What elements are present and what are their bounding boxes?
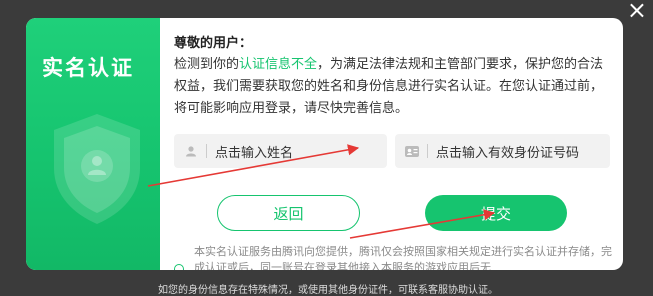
submit-button[interactable]: 提交 bbox=[425, 195, 567, 231]
greeting-title: 尊敬的用户： bbox=[174, 36, 253, 51]
description-part1: 检测到你的 bbox=[174, 57, 240, 72]
back-button[interactable]: 返回 bbox=[217, 195, 360, 231]
name-input-placeholder: 点击输入姓名 bbox=[215, 145, 294, 161]
dialog-content: 尊敬的用户： 检测到你的认证信息不全，为满足法律法规和主管部门要求，保护您的合法… bbox=[160, 18, 623, 270]
name-input[interactable]: 点击输入姓名 bbox=[174, 134, 387, 168]
user-icon bbox=[184, 144, 198, 158]
close-icon[interactable]: × bbox=[627, 0, 647, 24]
input-divider bbox=[206, 144, 207, 158]
agreement-radio[interactable] bbox=[174, 264, 184, 270]
id-number-input[interactable]: 点击输入有效身份证号码 bbox=[395, 134, 610, 168]
id-input-placeholder: 点击输入有效身份证号码 bbox=[436, 145, 580, 161]
bottom-notice: 如您的身份信息存在特殊情况，或使用其他身份证件，可联系客服协助认证。 bbox=[158, 285, 498, 296]
shield-user-icon bbox=[54, 114, 140, 224]
description-highlight: 认证信息不全 bbox=[239, 57, 318, 72]
left-panel-title: 实名认证 bbox=[42, 56, 134, 80]
input-divider bbox=[427, 144, 428, 158]
service-notice: 本实名认证服务由腾讯向您提供，腾讯仅会按照国家相关规定进行实名认证并存储，完成认… bbox=[194, 245, 612, 270]
description: 检测到你的认证信息不全，为满足法律法规和主管部门要求，保护您的合法权益，我们需要… bbox=[174, 54, 614, 120]
id-card-icon bbox=[405, 144, 419, 158]
real-name-auth-dialog: 实名认证 尊敬的用户： 检测到你的认证信息不全，为满足法律法规和主管部门要求，保… bbox=[26, 18, 623, 270]
left-panel: 实名认证 bbox=[26, 18, 160, 270]
